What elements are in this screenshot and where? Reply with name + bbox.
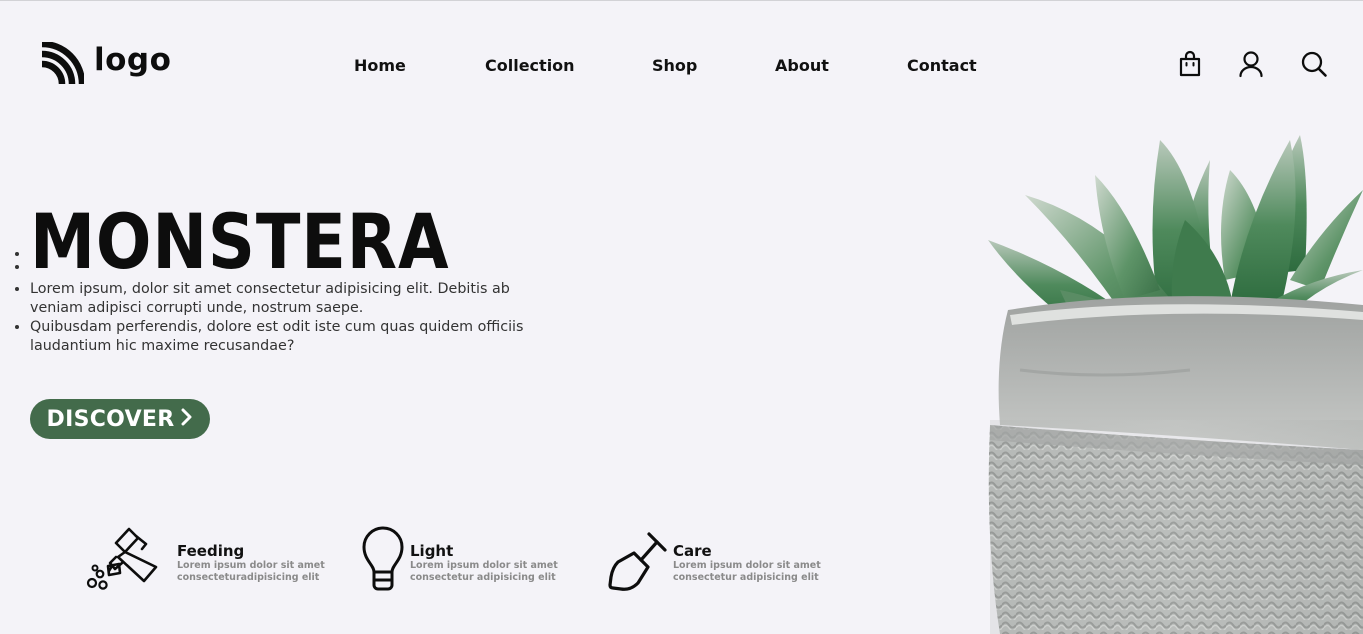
feature-description: Lorem ipsum dolor sit amet [673, 560, 821, 571]
feature-feeding: Feeding Lorem ipsum dolor sit amet conse… [82, 525, 325, 593]
feature-care: Care Lorem ipsum dolor sit amet consecte… [607, 525, 821, 593]
hero-title: MONSTERA [30, 197, 450, 286]
feature-text: Care Lorem ipsum dolor sit amet consecte… [673, 543, 821, 584]
feature-text: Feeding Lorem ipsum dolor sit amet conse… [177, 543, 325, 584]
hero-content: MONSTERA Lorem ipsum, dolor sit amet con… [10, 204, 550, 356]
hero-paragraph: Quibusdam perferendis, dolore est odit i… [30, 318, 550, 356]
feature-description: Lorem ipsum dolor sit amet [177, 560, 325, 571]
feature-title: Light [410, 542, 454, 560]
feature-light: Light Lorem ipsum dolor sit amet consect… [360, 525, 558, 593]
header-actions [0, 48, 1363, 80]
search-icon[interactable] [1299, 48, 1329, 80]
lightbulb-icon [362, 526, 404, 591]
chevron-right-icon [181, 407, 193, 432]
succulent-plant-image [988, 135, 1363, 634]
feature-title: Care [673, 542, 712, 560]
feature-text: Light Lorem ipsum dolor sit amet consect… [410, 543, 558, 584]
top-divider [0, 0, 1363, 1]
shopping-bag-icon[interactable] [1175, 48, 1205, 80]
user-icon[interactable] [1236, 48, 1266, 80]
watering-can-icon [86, 527, 158, 590]
discover-button-label: DISCOVER [46, 406, 175, 432]
feature-description: consectetur adipisicing elit [673, 572, 819, 583]
feature-title: Feeding [177, 542, 245, 560]
hero-title-item: MONSTERA [30, 204, 550, 280]
feature-description: consecteturadipisicing elit [177, 572, 320, 583]
discover-button[interactable]: DISCOVER [30, 399, 210, 439]
feature-description: Lorem ipsum dolor sit amet [410, 560, 558, 571]
feature-description: consectetur adipisicing elit [410, 572, 556, 583]
shovel-icon [608, 532, 667, 591]
